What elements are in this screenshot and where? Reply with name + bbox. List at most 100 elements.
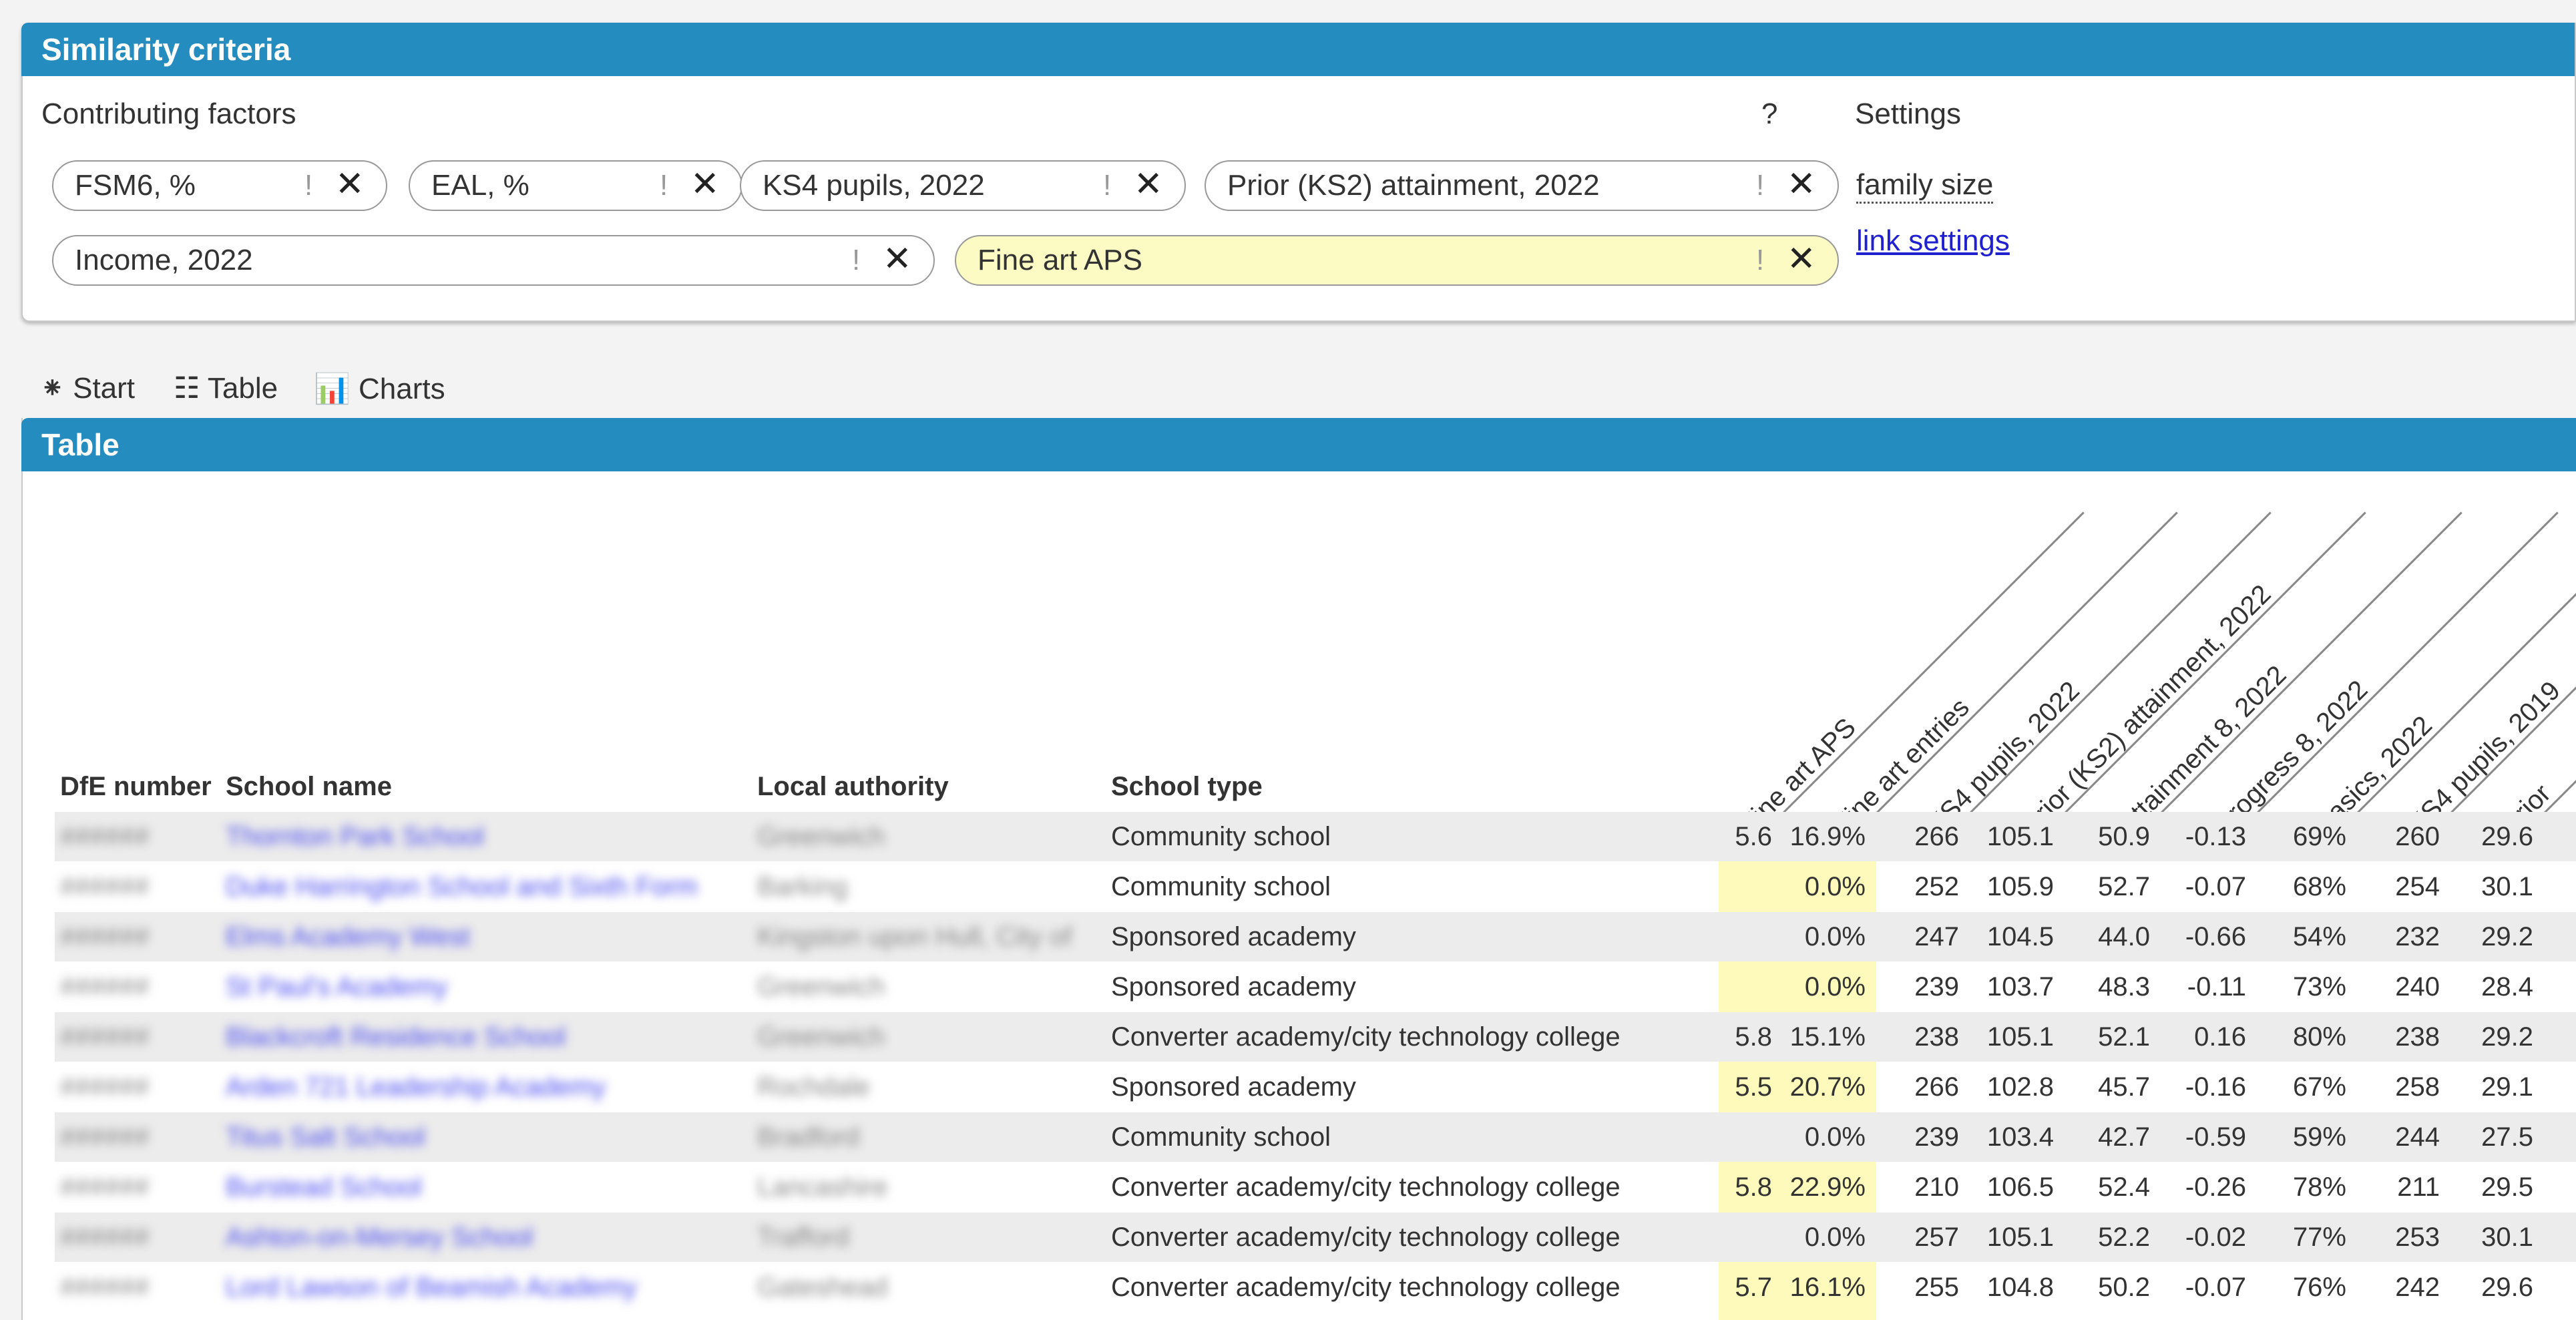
cell-value: 238 [1914,1022,1959,1052]
factor-chip[interactable]: FSM6, %! ✕ [52,160,387,211]
header-dfe-number[interactable]: DfE number [60,772,212,802]
bar-chart-icon: 📊 [314,373,351,405]
cell-school-name[interactable]: Arden 721 Leadership Academy [226,1062,606,1112]
cell-value: 30.1 [2481,872,2533,901]
cell-school-name[interactable]: Blackcroft Residence School [226,1012,566,1062]
cell-dfe-number: ###### [60,1172,150,1202]
contributing-factors-label: Contributing factors [41,97,296,130]
factor-chip[interactable]: Income, 2022! ✕ [52,235,935,286]
cell-value: -0.26 [2185,1172,2246,1202]
cell-value: 266 [1914,1072,1959,1102]
cell-value: 266 [1914,822,1959,851]
table-row[interactable]: ###### Titus Salt School Bradford Community… [55,1112,2576,1162]
table-row[interactable]: ###### St Paul's Academy Greenwich Sponsore… [55,962,2576,1012]
cell-value: -0.07 [2185,872,2246,901]
warning-icon[interactable]: ! [1756,236,1764,284]
cell-school-name[interactable]: Titus Salt School [226,1112,425,1162]
cell-value: -0.07 [2185,1273,2246,1302]
cell-value: 52.1 [2098,1022,2150,1052]
table-title: Table [21,418,2576,471]
warning-icon[interactable]: ! [852,236,860,284]
cell-value: 5.8 [1735,1172,1772,1202]
table-row[interactable]: ###### Blackcroft Residence School Greenwi… [55,1012,2576,1062]
cell-dfe-number: ###### [60,1122,150,1152]
table-panel: Table DfE number School name Local autho… [21,418,2576,1320]
cell-value: 0.0% [1804,972,1866,1002]
cell-value: 238 [2395,1022,2440,1052]
cell-school-type: Community school [1111,822,1331,851]
cell-school-name[interactable]: Burstead School [226,1162,422,1212]
cell-value: 15.1% [1789,1022,1866,1052]
table-row[interactable]: ###### Arden 721 Leadership Academy Rochda… [55,1062,2576,1112]
tab-charts[interactable]: 📊 Charts [314,371,445,406]
header-school-name[interactable]: School name [226,772,392,802]
cell-value: 254 [2395,872,2440,901]
factor-chip[interactable]: Prior (KS2) attainment, 2022! ✕ [1205,160,1839,211]
factor-chip[interactable]: KS4 pupils, 2022! ✕ [740,160,1186,211]
help-icon[interactable]: ? [1761,97,1777,131]
cell-school-name[interactable]: Elms Academy West [226,912,470,961]
cell-value: 29.6 [2481,1273,2533,1302]
cell-dfe-number: ###### [60,1223,150,1252]
header-school-type[interactable]: School type [1111,772,1263,802]
family-size-link[interactable]: family size [1856,168,1994,204]
table-row[interactable]: ###### Ashton-on-Mersey School Trafford Con… [55,1213,2576,1262]
remove-factor-icon[interactable]: ✕ [1787,160,1816,208]
warning-icon[interactable]: ! [1756,162,1764,210]
remove-factor-icon[interactable]: ✕ [883,235,912,283]
warning-icon[interactable]: ! [660,162,668,210]
factor-chip[interactable]: Fine art APS! ✕ [955,235,1839,286]
tab-table[interactable]: ☷ Table [174,371,278,405]
tab-label: Charts [359,373,445,405]
cell-dfe-number: ###### [60,1273,150,1302]
cell-value: 29.5 [2481,1172,2533,1202]
cell-school-type: Converter academy/city technology colleg… [1111,1223,1621,1252]
warning-icon[interactable]: ! [304,162,312,210]
cell-value: 68% [2292,872,2346,901]
cell-school-name[interactable]: Ashton-on-Mersey School [226,1213,533,1262]
remove-factor-icon[interactable]: ✕ [335,160,365,208]
header-local-authority[interactable]: Local authority [757,772,949,802]
cell-value: 260 [2395,822,2440,851]
cell-value: -0.16 [2185,1072,2246,1102]
cell-school-type: Converter academy/city technology colleg… [1111,1273,1621,1302]
cell-value: 44.0 [2098,922,2150,951]
cell-value: 0.0% [1804,1223,1866,1252]
cell-school-name[interactable]: Duke Harrington School and Sixth Form [226,862,698,911]
tab-label: Start [73,372,136,405]
cell-school-name[interactable]: Lord Lawson of Beamish Academy [226,1263,637,1312]
cell-value: 105.1 [1986,1022,2054,1052]
header-divider [2250,511,2559,821]
link-settings-link[interactable]: link settings [1856,224,2010,258]
header-divider [1870,511,2178,821]
cell-dfe-number: ###### [60,972,150,1002]
cell-value: 59% [2292,1122,2346,1152]
table-row[interactable]: ###### Elms Academy West Kingston upon Hul… [55,912,2576,961]
warning-icon[interactable]: ! [1103,162,1111,210]
cell-value: 16.9% [1789,822,1866,851]
cell-dfe-number: ###### [60,922,150,951]
table-row[interactable]: ###### Duke Harrington School and Sixth F… [55,862,2576,911]
cell-value: -0.02 [2185,1223,2246,1252]
cell-value: 0.0% [1804,922,1866,951]
remove-factor-icon[interactable]: ✕ [1787,235,1816,283]
cell-value: 0.0% [1804,1122,1866,1152]
table-row[interactable]: ###### Thornton Park School Greenwich Commu… [55,812,2576,861]
cell-value: 52.2 [2098,1223,2150,1252]
factor-chip[interactable]: EAL, %! ✕ [409,160,742,211]
cell-local-authority: Greenwich [757,822,885,851]
cell-value: 210 [1914,1172,1959,1202]
cell-value: 102.8 [1986,1072,2054,1102]
table-row[interactable]: ###### Lord Lawson of Beamish Academy Gate… [55,1263,2576,1312]
cell-school-name[interactable]: St Paul's Academy [226,962,447,1012]
cell-value: -0.11 [2187,972,2246,1002]
cell-school-name[interactable]: Thornton Park School [226,812,484,861]
cell-value: 255 [1914,1273,1959,1302]
cell-value: 77% [2292,1223,2346,1252]
remove-factor-icon[interactable]: ✕ [1134,160,1163,208]
cell-value: 22.9% [1789,1172,1866,1202]
remove-factor-icon[interactable]: ✕ [690,160,720,208]
cell-value: 239 [1914,1122,1959,1152]
tab-start[interactable]: ⁕ Start [40,371,135,405]
table-row[interactable]: ###### Burstead School Lancashire Converter… [55,1162,2576,1212]
